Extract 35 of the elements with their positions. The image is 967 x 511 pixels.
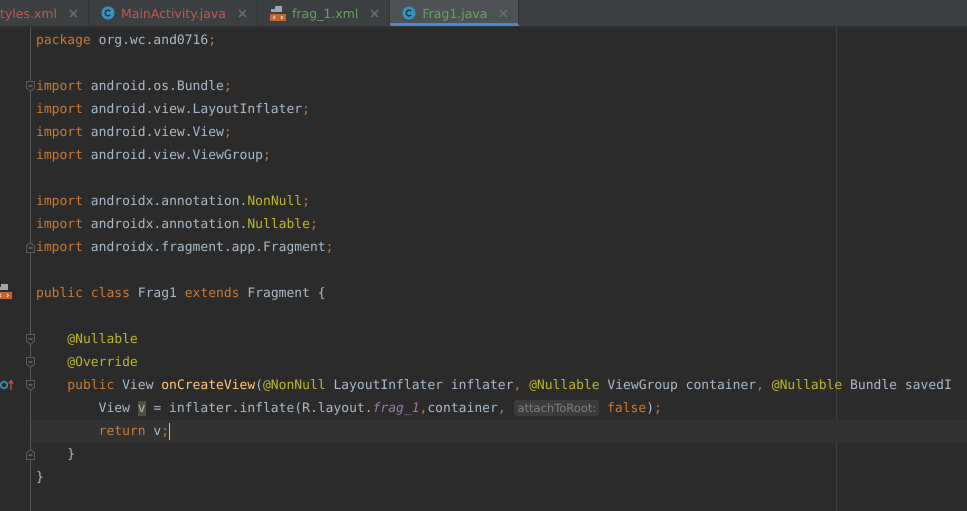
file-tab[interactable]: tyles.xml [0,0,89,26]
tab-label: Frag1.java [422,6,488,20]
code-line: @Nullable [66,332,138,347]
code-line: } [36,470,44,485]
tab-label: MainActivity.java [121,6,226,20]
tab-label: frag_1.xml [292,6,358,20]
code-line: import android.os.Bundle; [36,79,232,94]
code-line: return v; [98,424,170,439]
code-line: public class Frag1 extends Fragment { [36,286,326,301]
fold-marker-icon[interactable] [26,357,35,368]
layout-file-icon [270,6,286,20]
fold-marker-icon[interactable] [26,81,35,92]
fold-marker-icon[interactable] [26,380,35,391]
tab-label: tyles.xml [0,6,57,20]
code-line: package org.wc.and0716; [36,33,216,48]
code-line: import android.view.ViewGroup; [36,148,271,163]
code-line: import androidx.annotation.Nullable; [36,217,318,232]
fold-marker-icon[interactable] [26,334,35,345]
file-tab[interactable]: MainActivity.java [89,0,258,26]
code-line: View v = inflater.inflate(R.layout.frag_1,container, attachToRoot: false); [98,401,662,416]
fold-marker-icon[interactable] [26,242,35,253]
fold-marker-icon[interactable] [26,449,35,460]
code-line: import androidx.fragment.app.Fragment; [36,240,334,255]
code-line: public View onCreateView(@NonNull LayoutInflater inflater, @Nullable ViewGroup container, @Nullable Bundle savedI [66,378,952,393]
class-icon [402,6,416,20]
code-line: import androidx.annotation.NonNull; [36,194,310,209]
override-marker-icon[interactable] [0,379,14,391]
code-line: @Override [66,355,138,370]
text-cursor [169,423,170,440]
file-tab[interactable]: Frag1.java [390,0,520,26]
code-line: import android.view.LayoutInflater; [36,102,310,117]
code-line: } [66,447,76,462]
code-line: import android.view.View; [36,125,232,140]
class-icon [101,6,115,20]
layout-file-icon[interactable] [0,284,12,299]
